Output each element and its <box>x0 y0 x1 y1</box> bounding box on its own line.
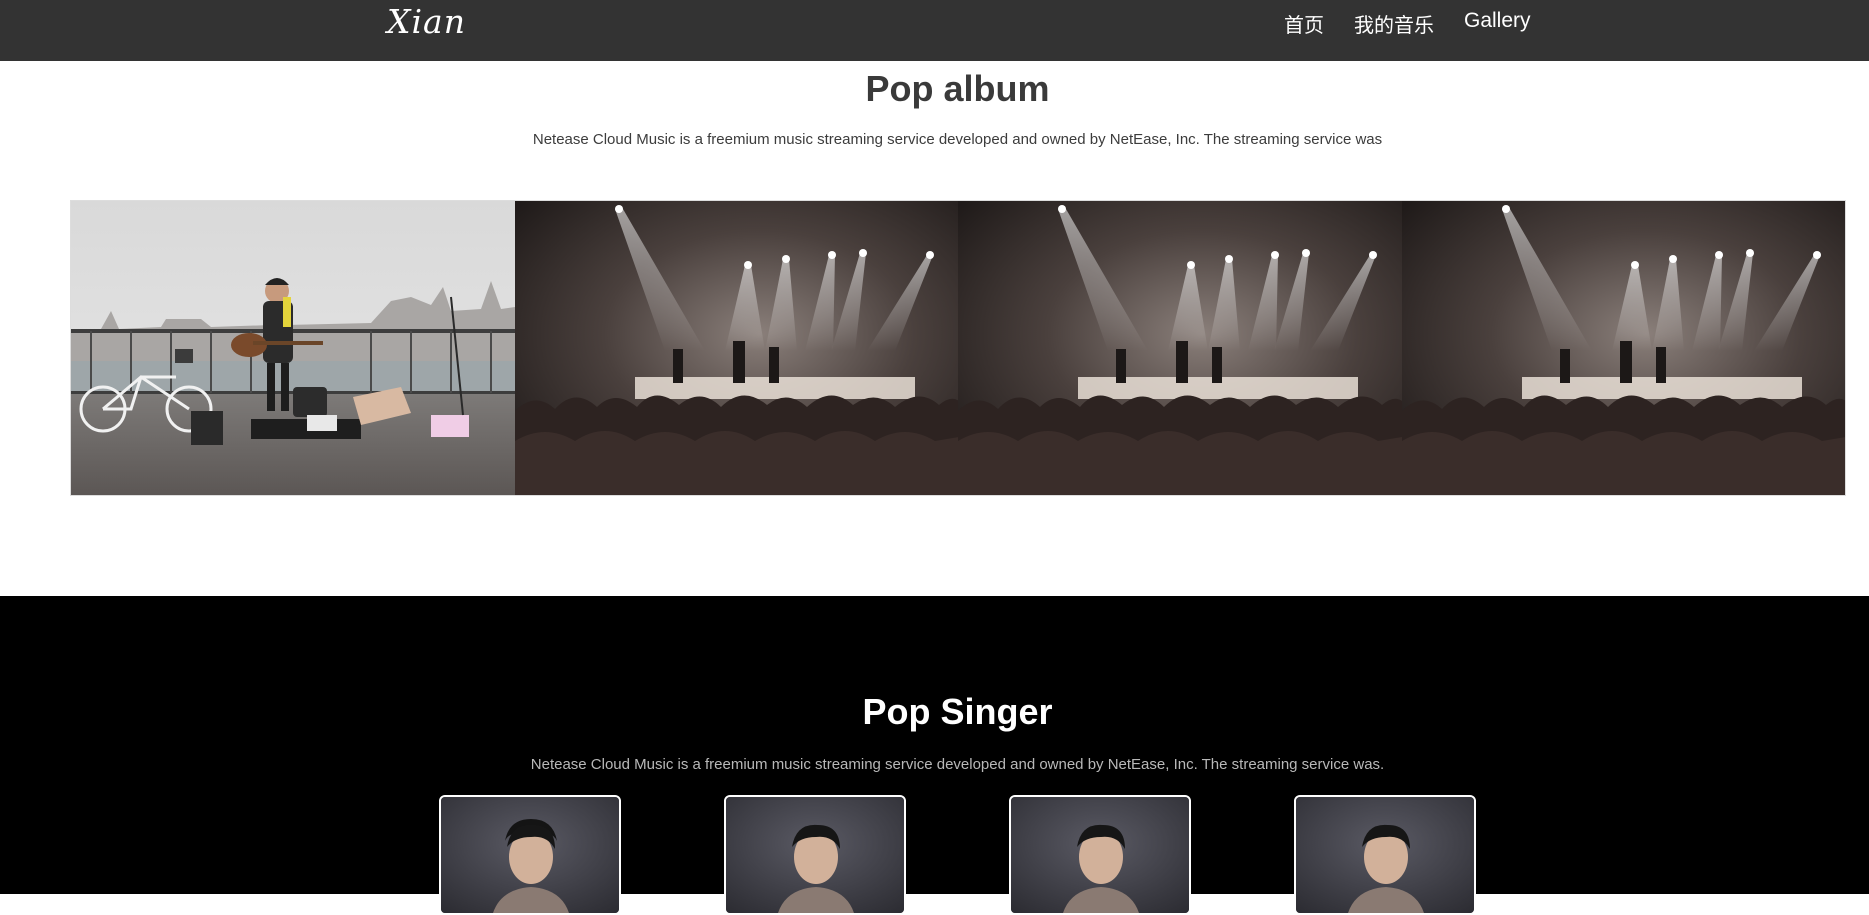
nav-home-link[interactable]: 首页 <box>1284 9 1324 38</box>
singer-card-1[interactable] <box>439 795 621 915</box>
pop-singer-section: Pop Singer Netease Cloud Music is a free… <box>0 596 1869 915</box>
top-navbar: Xian 首页 我的音乐 Gallery <box>0 0 1869 61</box>
nav-gallery-link[interactable]: Gallery <box>1464 9 1531 38</box>
concert-stage-photo-2[interactable] <box>958 201 1402 495</box>
site-logo[interactable]: Xian <box>387 2 466 41</box>
album-gallery-strip <box>70 200 1846 496</box>
singer-portrait-image <box>726 797 904 913</box>
concert-stage-photo-1[interactable] <box>514 201 958 495</box>
album-section-title: Pop album <box>865 68 1050 109</box>
album-section-description: Netease Cloud Music is a freemium music … <box>532 131 1383 148</box>
singer-card-4[interactable] <box>1294 795 1476 915</box>
nav-my-music-link[interactable]: 我的音乐 <box>1354 9 1434 38</box>
concert-stage-image <box>958 201 1402 495</box>
singer-section-title: Pop Singer <box>862 691 1053 732</box>
singer-portrait-image <box>1296 797 1474 913</box>
singer-card-2[interactable] <box>724 795 906 915</box>
concert-stage-image <box>1401 201 1845 495</box>
main-nav: 首页 我的音乐 Gallery <box>1284 9 1531 38</box>
street-musician-photo[interactable] <box>71 201 515 495</box>
concert-stage-image <box>514 201 958 495</box>
singer-portrait-image <box>441 797 619 913</box>
concert-stage-photo-3[interactable] <box>1401 201 1845 495</box>
singer-portrait-image <box>1011 797 1189 913</box>
street-musician-image <box>71 201 515 495</box>
singer-card-3[interactable] <box>1009 795 1191 915</box>
singer-section-description: Netease Cloud Music is a freemium music … <box>530 756 1385 773</box>
